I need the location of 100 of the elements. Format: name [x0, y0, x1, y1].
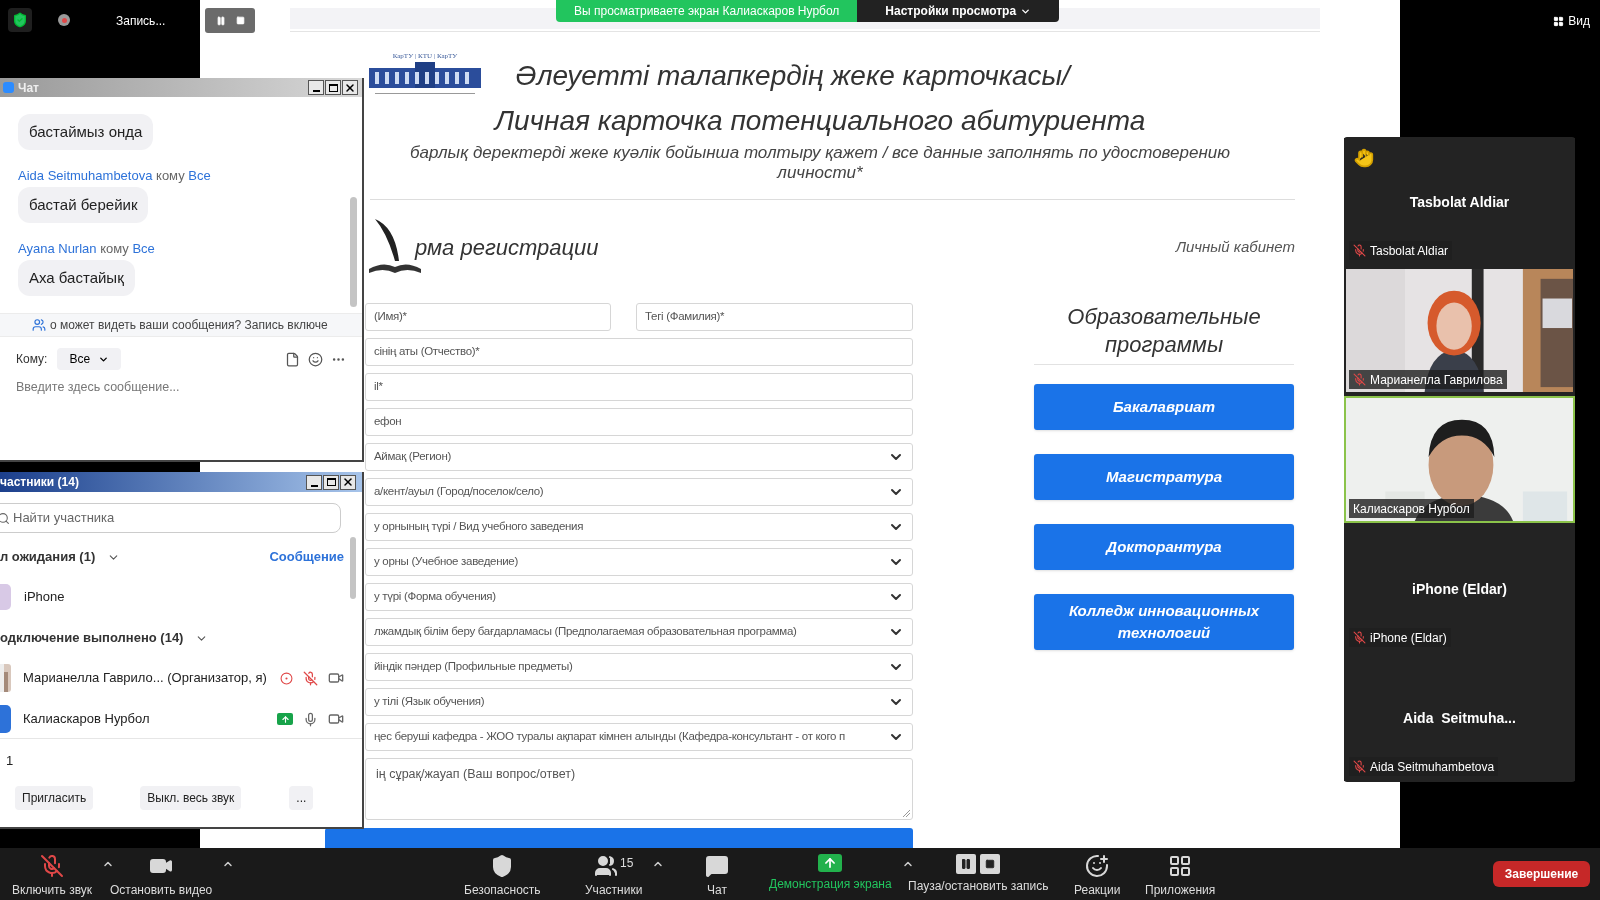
sharing-banner: Вы просматриваете экран Калиаскаров Нурбол: [556, 0, 858, 22]
program-button[interactable]: Колледж инновационных технологий: [1034, 594, 1294, 650]
participant-count: 15: [620, 855, 634, 872]
maximize-button[interactable]: [325, 80, 341, 95]
message-link[interactable]: Сообщение: [269, 547, 344, 567]
message-header: Ayana Nurlan кому Все: [18, 241, 155, 257]
stop-icon[interactable]: [235, 16, 245, 25]
scrollbar-thumb[interactable]: [350, 197, 357, 307]
recipient-dropdown[interactable]: Все: [57, 348, 122, 370]
participant-name: Марианелла Гаврило... (Организатор, я): [23, 669, 267, 688]
select-field[interactable]: у түрі (Форма обучения): [365, 583, 913, 611]
chat-message: бастай берейик: [18, 187, 149, 223]
program-button[interactable]: Бакалавриат: [1034, 384, 1294, 430]
participant-title: Tasbolat Aldiar: [1409, 193, 1510, 212]
programs-title: Образовательные программы: [1066, 303, 1262, 359]
privacy-notice: о может видеть ваши сообщения? Запись включе: [50, 317, 328, 334]
toolbar-button[interactable]: Остановить видео: [108, 854, 215, 899]
people-icon: [32, 318, 46, 332]
toolbar-button[interactable]: Демонстрация экрана: [767, 854, 894, 893]
toolbar-button[interactable]: Реакции: [1072, 854, 1123, 899]
select-field[interactable]: йіндік пәндер (Профильные предметы): [365, 653, 913, 681]
resize-handle-icon: [902, 809, 910, 817]
name-label: Tasbolat Aldiar: [1349, 241, 1453, 260]
input-field[interactable]: ефон: [365, 408, 913, 436]
smiley-plus-icon: [1085, 854, 1110, 878]
participants-action-button[interactable]: Выкл. весь звук: [140, 785, 242, 810]
security-badge[interactable]: [8, 8, 32, 32]
minimize-button[interactable]: [306, 474, 322, 490]
input-field[interactable]: il*: [365, 373, 913, 401]
chat-bubble-icon: [705, 854, 729, 878]
microphone-icon[interactable]: [303, 711, 318, 727]
select-field[interactable]: Аймақ (Регион): [365, 443, 913, 471]
name-label: Aida Seitmuhambetova: [1349, 757, 1499, 776]
muted-microphone-icon[interactable]: [303, 670, 318, 686]
input-field[interactable]: Тегі (Фамилия)*: [636, 303, 913, 331]
file-icon[interactable]: [285, 351, 300, 367]
close-icon: [342, 476, 354, 488]
select-field[interactable]: ңес беруші кафедра - ЖОО туралы ақпарат кімнен алынды (Кафедра-консультант - от кого п: [365, 723, 913, 751]
program-button[interactable]: Докторантура: [1034, 524, 1294, 570]
input-field[interactable]: сінің аты (Отчество)*: [365, 338, 913, 366]
chat-message: Аха бастайық: [18, 260, 135, 296]
name-label: iPhone (Eldar): [1349, 628, 1451, 647]
name-label: Марианелла Гаврилова: [1349, 370, 1507, 389]
toolbar-button[interactable]: 15 Участники: [583, 854, 645, 899]
view-settings-button[interactable]: Настройки просмотра: [857, 0, 1060, 22]
section-header: одключение выполнено (14): [0, 629, 184, 648]
participants-action-button[interactable]: Пригласить: [15, 785, 94, 810]
pause-icon: [956, 854, 977, 874]
stop-icon: [980, 854, 1001, 874]
toolbar-button[interactable]: Чат: [703, 854, 731, 899]
toolbar-button[interactable]: Пауза/остановить запись: [906, 854, 1051, 895]
section-header: л ожидания (1): [0, 548, 96, 567]
text-area[interactable]: ің сұрақ/жауап (Ваш вопрос/ответ): [365, 758, 913, 820]
message-input[interactable]: Введите здесь сообщение...: [16, 378, 346, 397]
maximize-button[interactable]: [323, 474, 339, 490]
zoom-app-icon: [3, 82, 14, 93]
close-button[interactable]: [342, 80, 358, 95]
search-field[interactable]: Найти участника: [0, 503, 341, 533]
window-title: Чат: [18, 79, 39, 97]
grid-icon: [1553, 15, 1565, 27]
recording-label: Запись...: [116, 13, 166, 30]
toolbar-button[interactable]: Безопасность: [462, 854, 543, 899]
video-camera-icon[interactable]: [328, 711, 344, 727]
participant-name: iPhone: [24, 588, 65, 607]
minimize-button[interactable]: [308, 80, 324, 95]
apps-icon: [1168, 854, 1193, 878]
avatar: [0, 584, 11, 610]
select-field[interactable]: а/кент/ауыл (Город/поселок/село): [365, 478, 913, 506]
participant-name: Калиаскаров Нурбол: [23, 710, 150, 729]
toolbar-button[interactable]: Приложения: [1143, 854, 1218, 899]
participants-action-button[interactable]: ...: [289, 785, 314, 810]
toolbar-button[interactable]: Включить звук: [10, 854, 95, 899]
page-number: 1: [6, 752, 15, 770]
select-field[interactable]: у орны (Учебное заведение): [365, 548, 913, 576]
emoji-icon[interactable]: [308, 351, 323, 367]
name-label: Калиаскаров Нурбол: [1349, 499, 1474, 518]
end-meeting-button[interactable]: Завершение: [1493, 861, 1590, 887]
input-field[interactable]: (Имя)*: [365, 303, 611, 331]
subtitle: барлық деректерді жеке куәлік бойынша толтыру қажет / все данные заполнять по удостоверению личности*: [408, 143, 1232, 184]
recipient-label: Кому:: [16, 351, 48, 368]
select-field[interactable]: у орнының түрі / Вид учебного заведения: [365, 513, 913, 541]
video-camera-icon[interactable]: [328, 670, 344, 686]
select-field[interactable]: у тілі (Язык обучения): [365, 688, 913, 716]
select-field[interactable]: лжамдық білім беру бағдарламасы (Предполагаемая образовательная программа): [365, 618, 913, 646]
scrollbar-thumb[interactable]: [350, 537, 356, 599]
message-header: Aida Seitmuhambetova кому Все: [18, 168, 211, 184]
share-screen-icon: [818, 854, 843, 872]
view-button[interactable]: Вид: [1553, 12, 1590, 30]
close-button[interactable]: [340, 474, 356, 490]
program-button[interactable]: Магистратура: [1034, 454, 1294, 500]
recording-dot-icon: [58, 14, 70, 26]
chat-message: бастаймыз онда: [18, 114, 154, 150]
cabinet-link[interactable]: Личный кабинет: [1175, 235, 1295, 259]
search-icon: [0, 511, 10, 525]
pause-icon[interactable]: [215, 15, 226, 26]
form-title: рма регистрации: [415, 233, 599, 262]
people-icon: [594, 854, 618, 878]
participant-title: Aida Seitmuha...: [1403, 709, 1516, 728]
page-title: Личная карточка потенциального абитуриента: [492, 104, 1147, 139]
participant-title: iPhone (Eldar): [1412, 580, 1507, 599]
